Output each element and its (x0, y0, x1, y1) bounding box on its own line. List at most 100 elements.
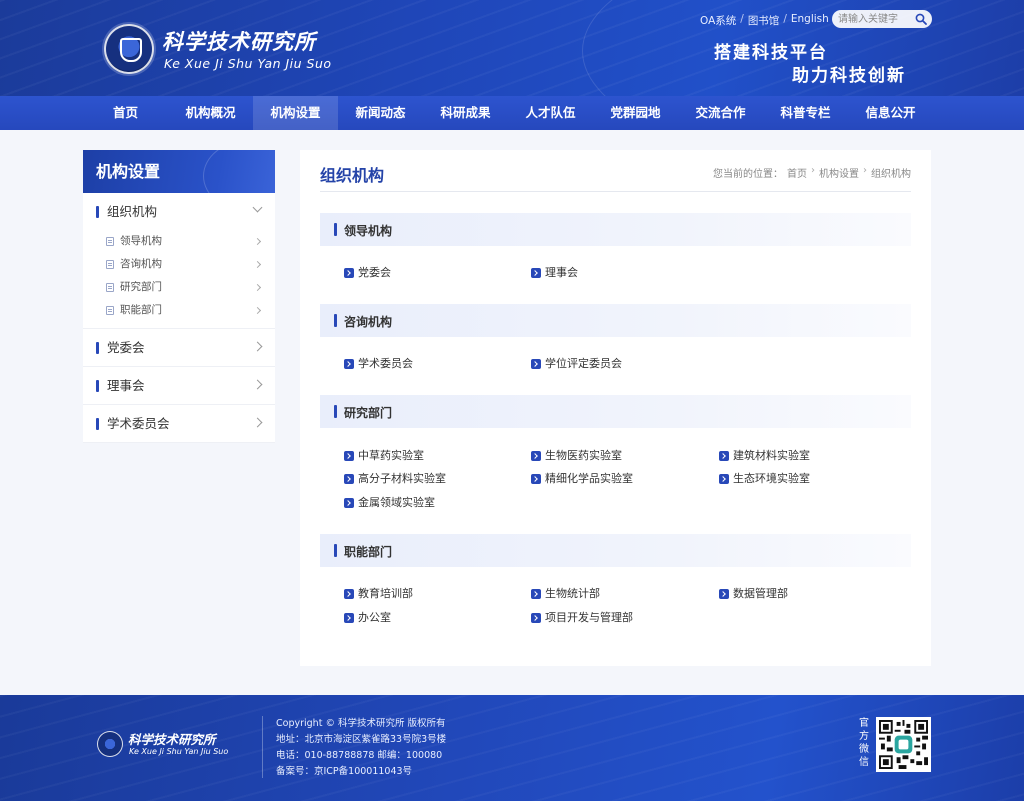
arrow-bullet-icon (531, 613, 541, 623)
link-item[interactable]: 建筑材料实验室 (716, 448, 810, 464)
breadcrumb-current: 组织机构 (871, 169, 911, 180)
arrow-bullet-icon (344, 498, 354, 508)
wechat-qr-code (876, 717, 931, 772)
site-logo-cn[interactable]: 科学技术研究所 (162, 26, 316, 56)
top-links: OA系统 / 图书馆 / English (700, 13, 829, 28)
arrow-bullet-icon (531, 451, 541, 461)
top-link-english[interactable]: English (791, 13, 829, 28)
sidebar-item-label: 组织机构 (107, 204, 158, 219)
top-link-sep: / (783, 13, 787, 25)
link-item[interactable]: 学位评定委员会 (528, 356, 622, 372)
section-header: 研究部门 (320, 395, 911, 428)
arrow-bullet-icon (344, 589, 354, 599)
link-item[interactable]: 生物医药实验室 (528, 448, 622, 464)
qr-label: 官方微信 (859, 718, 869, 768)
link-item-label: 中草药实验室 (358, 449, 424, 462)
link-item[interactable]: 理事会 (528, 265, 578, 281)
nav-item-structure[interactable]: 机构设置 (253, 96, 338, 130)
sidebar-item-org[interactable]: 组织机构 (83, 193, 275, 230)
nav-item-home[interactable]: 首页 (83, 96, 168, 130)
link-item[interactable]: 学术委员会 (341, 356, 413, 372)
sidebar-group-council: 理事会 (83, 367, 275, 405)
sidebar-subitem-advisory[interactable]: 咨询机构 (83, 253, 275, 276)
arrow-bullet-icon (344, 474, 354, 484)
section-title: 职能部门 (344, 545, 393, 559)
chevron-right-icon (253, 260, 262, 269)
title-divider (320, 191, 911, 192)
chevron-right-icon (253, 283, 262, 292)
nav-item-disclosure[interactable]: 信息公开 (848, 96, 933, 130)
sidebar-group-org: 组织机构 领导机构 咨询机构 研究部门 职能部门 (83, 193, 275, 329)
sidebar-subitem-research[interactable]: 研究部门 (83, 276, 275, 299)
link-item[interactable]: 党委会 (341, 265, 391, 281)
search-icon[interactable] (915, 13, 927, 25)
link-item-label: 精细化学品实验室 (545, 472, 633, 485)
link-item-label: 党委会 (358, 266, 391, 279)
breadcrumb-structure[interactable]: 机构设置 (819, 165, 859, 180)
footer-logo-en: Ke Xue Ji Shu Yan Jiu Suo (129, 747, 229, 756)
link-item-label: 建筑材料实验室 (733, 449, 810, 462)
link-item[interactable]: 教育培训部 (341, 586, 413, 602)
link-item[interactable]: 中草药实验室 (341, 448, 424, 464)
sidebar-item-label: 理事会 (107, 378, 145, 393)
institute-emblem-icon[interactable] (104, 24, 154, 74)
section-advisory: 咨询机构 学术委员会 学位评定委员会 (320, 304, 911, 370)
footer-icp[interactable]: 备案号：京ICP备100011043号 (276, 764, 446, 780)
footer-divider (262, 716, 263, 778)
document-icon (106, 283, 114, 292)
sidebar-group-party: 党委会 (83, 329, 275, 367)
document-icon (106, 237, 114, 246)
nav-item-news[interactable]: 新闻动态 (338, 96, 423, 130)
link-item[interactable]: 数据管理部 (716, 586, 788, 602)
link-item[interactable]: 办公室 (341, 610, 391, 626)
nav-item-overview[interactable]: 机构概况 (168, 96, 253, 130)
link-item[interactable]: 金属领域实验室 (341, 495, 435, 511)
breadcrumb-sep: › (811, 165, 815, 176)
sidebar-subitem-label: 职能部门 (120, 304, 162, 316)
top-link-sep: / (740, 13, 744, 25)
qr-code-icon (879, 720, 928, 769)
nav-item-exchange[interactable]: 交流合作 (678, 96, 763, 130)
nav-item-talent[interactable]: 人才队伍 (508, 96, 593, 130)
sidebar-item-academic-committee[interactable]: 学术委员会 (83, 405, 275, 442)
section-research: 研究部门 中草药实验室 生物医药实验室 建筑材料实验室 高分子材料实验室 精细化… (320, 395, 911, 509)
section-header: 领导机构 (320, 213, 911, 246)
main-nav: 首页 机构概况 机构设置 新闻动态 科研成果 人才队伍 党群园地 交流合作 科普… (0, 96, 1024, 130)
footer-copyright: Copyright © 科学技术研究所 版权所有 (276, 718, 446, 729)
link-item[interactable]: 高分子材料实验室 (341, 471, 446, 487)
site-logo-en[interactable]: Ke Xue Ji Shu Yan Jiu Suo (164, 56, 332, 71)
nav-item-research[interactable]: 科研成果 (423, 96, 508, 130)
sidebar-item-label: 学术委员会 (107, 416, 170, 431)
sidebar-subitem-functional[interactable]: 职能部门 (83, 299, 275, 322)
link-item[interactable]: 生物统计部 (528, 586, 600, 602)
search-input[interactable] (838, 12, 908, 26)
arrow-bullet-icon (531, 359, 541, 369)
main-content: 组织机构 您当前的位置： 首页 › 机构设置 › 组织机构 领导机构 党委会 理… (300, 150, 931, 666)
sidebar-item-party-committee[interactable]: 党委会 (83, 329, 275, 366)
sidebar-title: 机构设置 (83, 150, 275, 193)
link-item-label: 生态环境实验室 (733, 472, 810, 485)
link-item-label: 项目开发与管理部 (545, 611, 633, 624)
section-header: 职能部门 (320, 534, 911, 567)
link-item[interactable]: 精细化学品实验室 (528, 471, 633, 487)
top-link-oa[interactable]: OA系统 (700, 13, 736, 28)
footer-address: 地址：北京市海淀区紫雀路33号院3号楼 (276, 734, 447, 745)
slogan-line-2: 助力科技创新 (792, 66, 906, 86)
sidebar-subitem-leadership[interactable]: 领导机构 (83, 230, 275, 253)
top-link-library[interactable]: 图书馆 (748, 13, 780, 28)
nav-item-party[interactable]: 党群园地 (593, 96, 678, 130)
breadcrumb-home[interactable]: 首页 (787, 165, 807, 180)
arrow-bullet-icon (344, 613, 354, 623)
link-item-label: 学位评定委员会 (545, 357, 622, 370)
link-item[interactable]: 项目开发与管理部 (528, 610, 633, 626)
sidebar-item-council[interactable]: 理事会 (83, 367, 275, 404)
breadcrumb-prefix: 您当前的位置： (713, 169, 783, 180)
arrow-bullet-icon (531, 268, 541, 278)
chevron-right-icon (252, 417, 263, 428)
breadcrumb-sep: › (863, 165, 867, 176)
nav-item-science[interactable]: 科普专栏 (763, 96, 848, 130)
chevron-right-icon (253, 306, 262, 315)
link-item[interactable]: 生态环境实验室 (716, 471, 810, 487)
footer-info: Copyright © 科学技术研究所 版权所有 地址：北京市海淀区紫雀路33号… (276, 716, 446, 780)
slogan-line-1: 搭建科技平台 (714, 43, 828, 63)
